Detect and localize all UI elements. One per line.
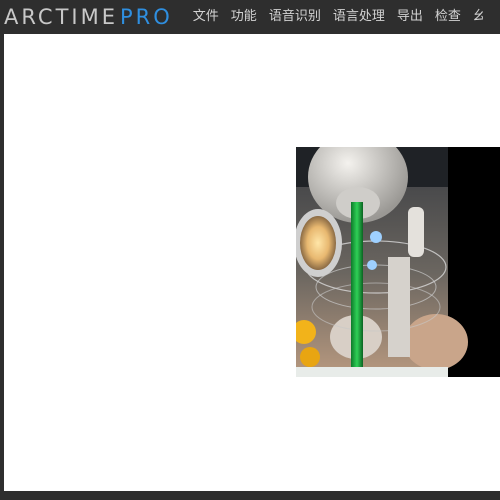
video-frame-image [296,147,500,377]
menu-file[interactable]: 文件 [187,0,225,34]
video-preview[interactable] [296,147,500,377]
logo-text: ARCTIME [4,5,118,29]
app-logo: ARCTIME PRO [0,0,173,34]
arctime-window: ARCTIME PRO 文件 功能 语音识别 语言处理 导出 检查 幺 [0,0,500,500]
menu-speech-recognition[interactable]: 语音识别 [263,0,327,34]
menu-language-processing[interactable]: 语言处理 [327,0,391,34]
menu-functions[interactable]: 功能 [225,0,263,34]
menu-check[interactable]: 检查 [429,0,467,34]
menu-bar: ARCTIME PRO 文件 功能 语音识别 语言处理 导出 检查 幺 [0,0,500,34]
menu-export[interactable]: 导出 [391,0,429,34]
status-strip [0,491,500,500]
logo-pro-text: PRO [119,5,173,29]
menu-overflow-item[interactable]: 幺 [467,0,483,34]
